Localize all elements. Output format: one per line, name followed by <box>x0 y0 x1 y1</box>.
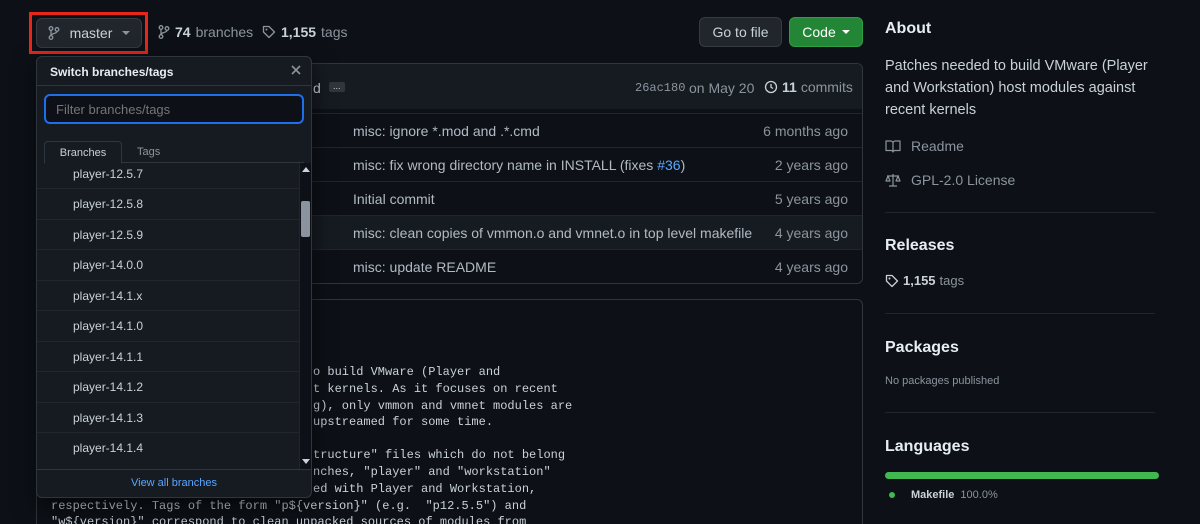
readme-link[interactable]: Readme <box>885 138 964 154</box>
commit-expand-button[interactable]: ... <box>329 82 345 92</box>
list-item[interactable]: player-14.1.3 <box>37 402 299 432</box>
tags-link[interactable]: 1,155 tags <box>262 24 348 40</box>
list-item[interactable]: player-14.1.2 <box>37 371 299 401</box>
scrollbar[interactable] <box>299 163 311 469</box>
readme-line: t kernels. As it focuses on recent <box>313 382 558 396</box>
readme-line: o build VMware (Player and <box>313 365 501 379</box>
commit-message[interactable]: Initial commit <box>353 191 435 207</box>
list-item[interactable]: player-12.5.9 <box>37 219 299 249</box>
commit-date: on May 20 <box>689 80 755 96</box>
scroll-down-icon[interactable] <box>302 459 310 464</box>
about-description: Patches needed to build VMware (Player a… <box>885 58 1148 118</box>
branch-icon <box>158 25 170 39</box>
history-icon <box>764 80 778 94</box>
commits-label: commits <box>800 79 853 95</box>
branch-list[interactable]: player-12.5.7 player-12.5.8 player-12.5.… <box>37 163 299 469</box>
book-icon <box>885 139 901 153</box>
dropdown-title: Switch branches/tags <box>50 65 174 79</box>
commit-age: 4 years ago <box>774 258 848 275</box>
filter-branches-input[interactable] <box>44 94 304 124</box>
language-bar-fill <box>885 472 1159 479</box>
tab-branches[interactable]: Branches <box>44 141 122 164</box>
about-heading: About <box>885 20 932 37</box>
list-item[interactable]: player-12.5.7 <box>37 163 299 188</box>
language-name: Makefile <box>911 489 955 501</box>
releases-heading[interactable]: Releases <box>885 237 954 255</box>
divider <box>885 412 1155 413</box>
commit-message[interactable]: misc: fix wrong directory name in INSTAL… <box>353 157 685 173</box>
code-button-label: Code <box>802 24 836 40</box>
commit-message-suffix: ) <box>680 156 686 173</box>
issue-link[interactable]: #36 <box>657 157 680 173</box>
language-item[interactable]: Makefile 100.0% <box>889 489 998 501</box>
tab-tags[interactable]: Tags <box>137 141 160 163</box>
releases-tags-link[interactable]: 1,155 tags <box>885 273 964 288</box>
license-link-label: GPL-2.0 License <box>911 172 1016 188</box>
chevron-down-icon <box>841 30 850 34</box>
readme-line: upstreamed for some time. <box>313 415 494 429</box>
list-item[interactable]: player-14.1.x <box>37 280 299 310</box>
branches-count: 74 <box>175 24 191 40</box>
commit-age: 2 years ago <box>774 156 848 173</box>
list-item[interactable]: player-14.1.0 <box>37 310 299 340</box>
list-item[interactable]: player-14.1.4 <box>37 432 299 462</box>
commit-message[interactable]: misc: clean copies of vmmon.o and vmnet.… <box>353 225 752 241</box>
commit-age: 4 years ago <box>774 224 848 241</box>
language-percent: 100.0% <box>960 489 998 501</box>
go-to-file-button[interactable]: Go to file <box>699 17 782 47</box>
divider <box>885 313 1155 314</box>
commit-age: 6 months ago <box>763 122 848 139</box>
commits-link[interactable]: 11 commits <box>764 79 853 95</box>
commit-message-text: misc: fix wrong directory name in INSTAL… <box>353 156 658 173</box>
license-link[interactable]: GPL-2.0 License <box>885 172 1015 188</box>
view-all-branches-link[interactable]: View all branches <box>37 477 311 489</box>
tag-icon <box>262 25 276 39</box>
language-bar <box>885 472 1159 479</box>
readme-line: nches, "player" and "workstation" <box>313 465 551 479</box>
close-icon[interactable] <box>289 63 303 77</box>
releases-tags-label: tags <box>939 273 965 288</box>
readme-line: tructure" files which do not belong <box>313 448 566 462</box>
readme-link-label: Readme <box>911 138 964 154</box>
dropdown-header-divider <box>37 85 311 86</box>
commit-sha[interactable]: 26ac180 <box>635 81 685 95</box>
no-packages-text: No packages published <box>885 375 1000 387</box>
list-item[interactable]: player-12.5.8 <box>37 188 299 218</box>
releases-tags-count: 1,155 <box>903 273 936 288</box>
list-item[interactable]: player-14.1.1 <box>37 341 299 371</box>
dropdown-footer-divider <box>37 469 311 470</box>
scroll-up-icon[interactable] <box>302 167 310 172</box>
commit-message[interactable]: misc: ignore *.mod and .*.cmd <box>353 123 540 139</box>
divider <box>885 212 1155 213</box>
branches-label: branches <box>195 24 254 40</box>
scale-icon <box>885 173 901 187</box>
readme-line: respectively. Tags of the form "p${versi… <box>51 499 527 513</box>
readme-line: "w${version}" correspond to clean unpack… <box>51 515 527 524</box>
languages-heading: Languages <box>885 438 970 455</box>
commit-age: 5 years ago <box>774 190 848 207</box>
branch-dropdown: Switch branches/tags Branches Tags playe… <box>36 56 312 498</box>
readme-line: ed with Player and Workstation, <box>313 482 537 496</box>
readme-line: g), only vmmon and vmnet modules are <box>313 399 573 413</box>
language-color-dot <box>889 492 895 498</box>
scrollbar-thumb[interactable] <box>301 201 310 237</box>
tags-label: tags <box>321 24 348 40</box>
list-item[interactable]: player-14.0.0 <box>37 249 299 279</box>
commit-author-tail: d <box>313 80 321 96</box>
branches-link[interactable]: 74 branches <box>158 24 253 40</box>
highlight-box <box>29 12 148 54</box>
code-button[interactable]: Code <box>789 17 863 47</box>
tag-icon <box>885 274 899 288</box>
tags-count: 1,155 <box>281 24 317 40</box>
commits-count: 11 <box>782 79 797 95</box>
commit-message[interactable]: misc: update README <box>353 259 496 275</box>
dropdown-tabs: Branches Tags <box>44 141 304 164</box>
packages-heading[interactable]: Packages <box>885 339 959 357</box>
